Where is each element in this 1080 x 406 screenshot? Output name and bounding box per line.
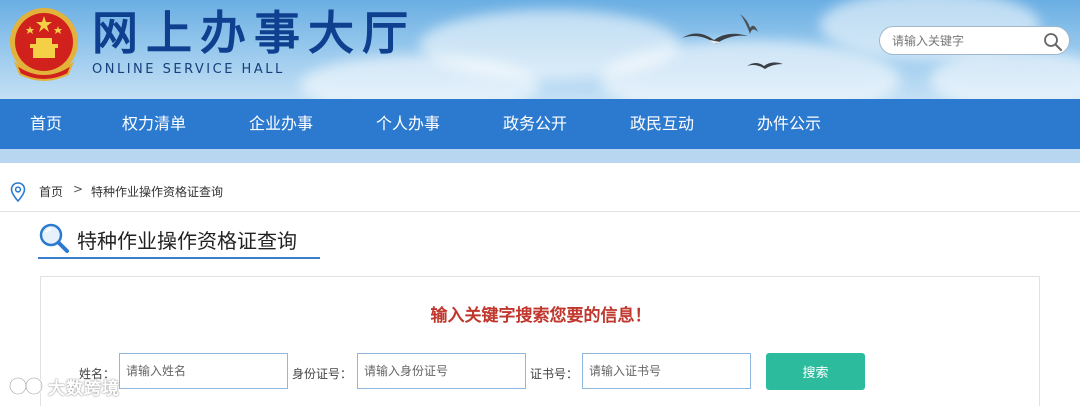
watermark-logo-icon (8, 376, 44, 396)
watermark: 大数跨境 (8, 372, 148, 400)
location-pin-icon (10, 182, 26, 202)
header-search-input[interactable] (892, 30, 1042, 52)
page-title-underline (38, 257, 320, 259)
nav-item-government-affairs[interactable]: 政务公开 (503, 99, 567, 149)
nav-item-personal-services[interactable]: 个人办事 (376, 99, 440, 149)
site-title: 网上办事大厅 (92, 6, 416, 60)
magnifier-icon (39, 223, 69, 253)
search-panel-heading: 输入关键字搜索您要的信息！ (430, 306, 652, 326)
search-icon[interactable] (1042, 31, 1064, 53)
nav-item-enterprise-services[interactable]: 企业办事 (249, 99, 313, 149)
page-title: 特种作业操作资格证查询 (77, 229, 297, 253)
seagull-decoration (740, 14, 758, 34)
site-subtitle: ONLINE SERVICE HALL (92, 62, 285, 77)
page-title-block: 特种作业操作资格证查询 (38, 222, 320, 258)
certificate-number-input[interactable] (582, 353, 751, 389)
nav-item-case-announcement[interactable]: 办件公示 (757, 99, 821, 149)
id-number-input[interactable] (357, 353, 526, 389)
seagull-decoration (747, 62, 783, 69)
id-number-label: 身份证号： (292, 367, 353, 381)
breadcrumb-home-link[interactable]: 首页 (39, 183, 63, 200)
nav-item-home[interactable]: 首页 (30, 99, 62, 149)
breadcrumb-current: 特种作业操作资格证查询 (91, 185, 224, 199)
site-header: 网上办事大厅 ONLINE SERVICE HALL (0, 0, 1080, 99)
nav-item-public-interaction[interactable]: 政民互动 (630, 99, 694, 149)
watermark-text: 大数跨境 (48, 379, 120, 399)
search-submit-button[interactable]: 搜索 (766, 353, 865, 390)
main-nav: 首页 权力清单 企业办事 个人办事 政务公开 政民互动 办件公示 (0, 99, 1080, 149)
nav-decoration-strip (0, 149, 1080, 163)
breadcrumb-separator: > (73, 182, 84, 196)
nav-item-power-list[interactable]: 权力清单 (122, 99, 186, 149)
national-emblem-icon (10, 8, 78, 81)
breadcrumb: 首页 > 特种作业操作资格证查询 (0, 180, 600, 204)
certificate-number-label: 证书号： (530, 367, 579, 381)
section-divider (0, 211, 1080, 212)
header-search-box (879, 26, 1070, 55)
search-panel: 输入关键字搜索您要的信息！ 姓名： 身份证号： 证书号： 搜索 (40, 276, 1040, 406)
